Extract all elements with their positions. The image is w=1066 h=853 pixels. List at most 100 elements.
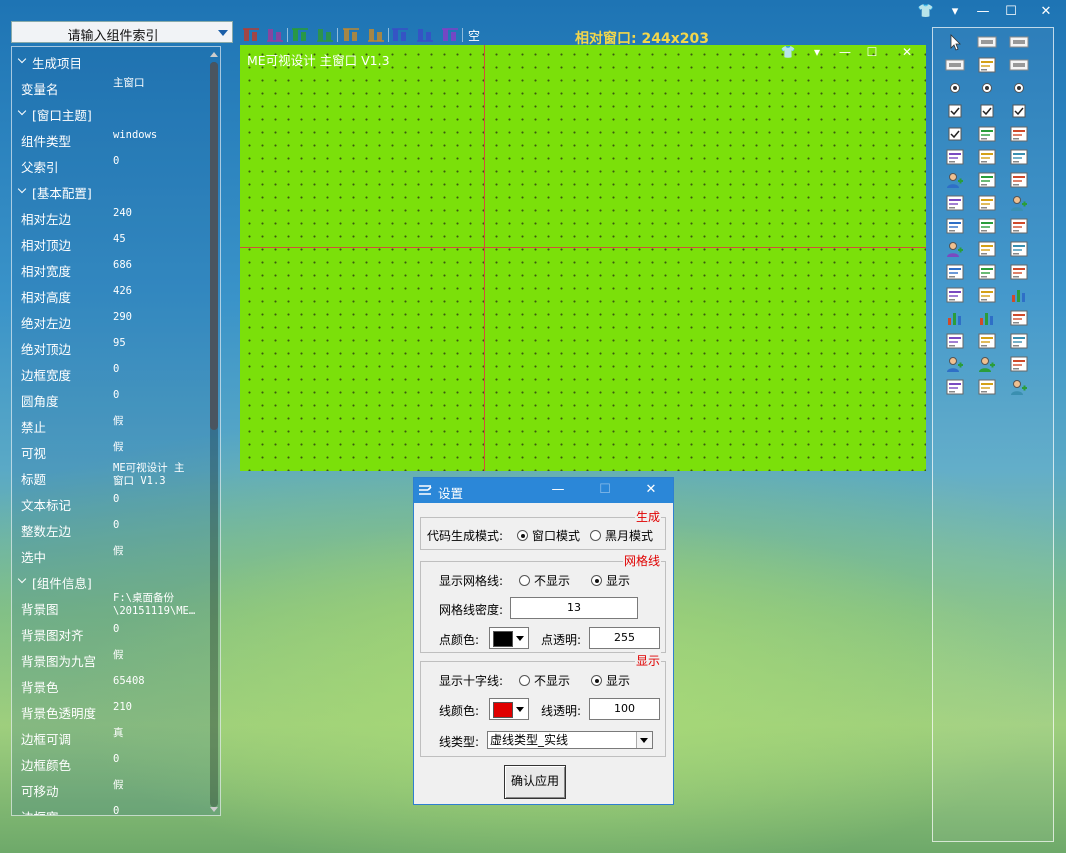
user3-icon[interactable] <box>945 240 965 258</box>
align-top-icon[interactable] <box>291 27 309 43</box>
calendar-icon[interactable] <box>977 286 997 304</box>
radio-grid-hide[interactable] <box>519 575 530 586</box>
property-value[interactable]: 426 <box>113 285 205 298</box>
user5-icon[interactable] <box>977 355 997 373</box>
property-value[interactable]: 0 <box>113 363 205 376</box>
property-row[interactable]: 组件类型 windows <box>12 125 210 151</box>
tree-icon[interactable] <box>1009 217 1029 235</box>
combo-icon[interactable] <box>977 194 997 212</box>
align-left-icon[interactable] <box>242 27 260 43</box>
property-value[interactable]: windows <box>113 129 205 142</box>
dot-color-picker[interactable] <box>489 627 529 649</box>
property-list[interactable]: 生成项目 变量名 主窗口 [窗口主题] 组件类型 windows 父索引 0 [基本配置] 相对左… <box>11 46 221 816</box>
chevron-down-icon[interactable] <box>218 30 228 36</box>
property-value[interactable]: 假 <box>113 649 205 662</box>
property-row[interactable]: 可视 假 <box>12 437 210 463</box>
property-row[interactable]: 边框可调 真 <box>12 723 210 749</box>
resize-icon[interactable] <box>1009 332 1029 350</box>
vcenter-icon[interactable] <box>416 27 434 43</box>
spin-icon[interactable] <box>977 171 997 189</box>
property-value[interactable]: 0 <box>113 389 205 402</box>
checkbox-icon[interactable] <box>945 102 965 120</box>
table-icon[interactable] <box>977 263 997 281</box>
property-value[interactable]: 假 <box>113 415 205 428</box>
property-row[interactable]: 相对宽度 686 <box>12 255 210 281</box>
property-value[interactable]: 假 <box>113 779 205 792</box>
property-value[interactable]: 65408 <box>113 675 205 688</box>
window-icon[interactable] <box>945 332 965 350</box>
chevron-down-icon[interactable] <box>636 732 652 748</box>
maximize-button[interactable]: ☐ <box>861 45 883 59</box>
hcenter-icon[interactable] <box>391 27 409 43</box>
property-row[interactable]: 边框宽度 0 <box>12 359 210 385</box>
folder-icon[interactable] <box>977 217 997 235</box>
radio2-icon[interactable] <box>977 79 997 97</box>
minimize-button[interactable]: — <box>834 45 856 59</box>
dark-mode-label[interactable]: 黑月模式 <box>605 527 653 544</box>
property-scrollbar-thumb[interactable] <box>210 62 218 430</box>
window-mode-label[interactable]: 窗口模式 <box>532 527 580 544</box>
menu-icon[interactable]: ▾ <box>942 2 968 22</box>
list-icon[interactable] <box>945 194 965 212</box>
property-row[interactable]: 禁止 假 <box>12 411 210 437</box>
line-alpha-input[interactable]: 100 <box>589 698 660 720</box>
property-value[interactable]: 0 <box>113 753 205 766</box>
edit-icon[interactable] <box>1009 56 1029 74</box>
bar-chart-icon[interactable] <box>1009 286 1029 304</box>
property-row[interactable]: 可移动 假 <box>12 775 210 801</box>
radio-window-mode[interactable] <box>517 530 528 541</box>
radio-cross-show[interactable] <box>591 675 602 686</box>
grid-hide-label[interactable]: 不显示 <box>534 572 570 589</box>
property-value[interactable]: 0 <box>113 519 205 532</box>
image-icon[interactable] <box>945 378 965 396</box>
property-value[interactable]: 真 <box>113 727 205 740</box>
apply-button[interactable]: 确认应用 <box>504 765 566 799</box>
design-canvas[interactable]: ME可视设计 主窗口 V1.3 👕 ▾ — ☐ ✕ <box>240 45 926 471</box>
font-icon[interactable] <box>977 56 997 74</box>
checkbox2-icon[interactable] <box>977 102 997 120</box>
radio-icon[interactable] <box>945 79 965 97</box>
checkbox4-icon[interactable] <box>945 125 965 143</box>
close-button[interactable]: ✕ <box>638 480 664 500</box>
property-section[interactable]: 生成项目 <box>12 47 210 73</box>
property-row[interactable]: 相对左边 240 <box>12 203 210 229</box>
pie-chart-icon[interactable] <box>977 309 997 327</box>
property-value[interactable]: 0 <box>113 155 205 168</box>
align-bottom-icon[interactable] <box>316 27 334 43</box>
shape-icon[interactable] <box>945 217 965 235</box>
property-row[interactable]: 圆角度 0 <box>12 385 210 411</box>
radio-dark-mode[interactable] <box>590 530 601 541</box>
property-value[interactable]: 290 <box>113 311 205 324</box>
label-bold-icon[interactable] <box>1009 33 1029 51</box>
list2-icon[interactable] <box>1009 263 1029 281</box>
property-row[interactable]: 背景色 65408 <box>12 671 210 697</box>
label-icon[interactable] <box>977 33 997 51</box>
property-row[interactable]: 绝对顶边 95 <box>12 333 210 359</box>
dot-alpha-input[interactable]: 255 <box>589 627 660 649</box>
checkbox3-icon[interactable] <box>1009 102 1029 120</box>
camera-icon[interactable] <box>1009 240 1029 258</box>
progress-icon[interactable] <box>977 148 997 166</box>
picture-icon[interactable] <box>945 148 965 166</box>
close-button[interactable]: ✕ <box>896 45 918 59</box>
property-value[interactable]: 0 <box>113 493 205 506</box>
pointer-icon[interactable] <box>945 33 965 51</box>
property-value[interactable]: 主窗口 <box>113 77 205 90</box>
property-row[interactable]: 文本标记 0 <box>12 489 210 515</box>
property-section[interactable]: [基本配置] <box>12 177 210 203</box>
label-small-icon[interactable] <box>945 56 965 74</box>
property-value[interactable]: 45 <box>113 233 205 246</box>
flag-icon[interactable] <box>977 378 997 396</box>
property-value[interactable]: 0 <box>113 805 205 815</box>
line-color-picker[interactable] <box>489 698 529 720</box>
property-value[interactable]: 686 <box>113 259 205 272</box>
scroll-up-icon[interactable] <box>210 52 218 57</box>
property-value[interactable]: 95 <box>113 337 205 350</box>
same-width-icon[interactable] <box>342 27 360 43</box>
link-icon[interactable] <box>945 263 965 281</box>
property-row[interactable]: 背景色透明度 210 <box>12 697 210 723</box>
property-row[interactable]: 绝对左边 290 <box>12 307 210 333</box>
skin-icon[interactable]: 👕 <box>777 45 799 59</box>
property-row[interactable]: 变量名 主窗口 <box>12 73 210 99</box>
minimize-button[interactable]: — <box>970 2 996 22</box>
